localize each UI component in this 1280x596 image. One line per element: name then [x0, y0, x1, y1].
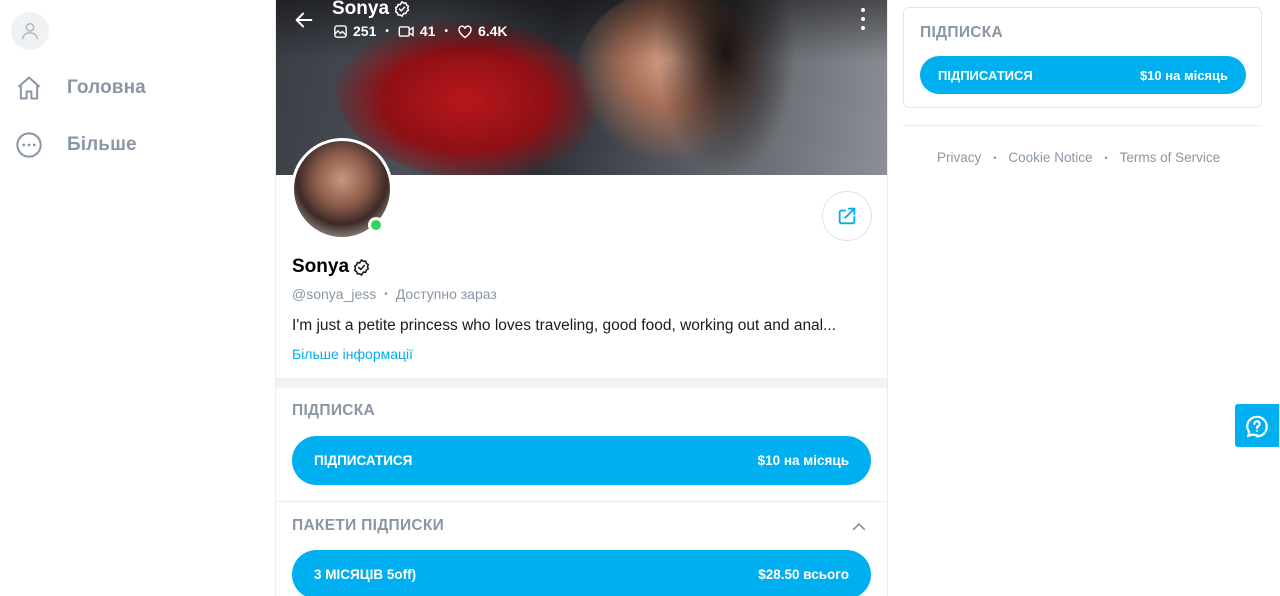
profile-bio: I'm just a petite princess who loves tra… [292, 317, 837, 334]
privacy-link[interactable]: Privacy [937, 150, 981, 165]
photos-stat: 251 [333, 23, 376, 39]
subscribe-button[interactable]: ПІДПИСАТИСЯ $10 на місяць [292, 436, 871, 485]
back-button[interactable] [292, 8, 316, 32]
help-icon [1246, 415, 1268, 437]
footer-separator: • [993, 152, 997, 163]
sidebar-item-label: Більше [67, 134, 137, 155]
arrow-left-icon [295, 12, 313, 28]
sidebar-item-home[interactable]: Головна [14, 72, 146, 104]
subscription-section-title: ПІДПИСКА [292, 402, 376, 419]
subscribe-price: $10 на місяць [757, 453, 849, 468]
subscription-card-title: ПІДПИСКА [920, 24, 1004, 41]
collapse-bundles-button[interactable] [849, 517, 869, 537]
profile-username: @sonya_jess [292, 286, 377, 302]
bundle-price: $28.50 всього [758, 567, 849, 582]
video-icon [398, 25, 414, 37]
terms-of-service-link[interactable]: Terms of Service [1120, 150, 1221, 165]
heart-icon [458, 24, 472, 38]
share-button[interactable] [822, 191, 872, 241]
bundle-button[interactable]: 3 МІСЯЦІВ 5off) $28.50 всього [292, 550, 871, 596]
section-divider [276, 378, 887, 388]
stat-separator: • [444, 25, 448, 37]
kebab-dot [861, 17, 865, 21]
page: Головна Більше Sonya 251 • 41 • 6.4K Son… [0, 0, 1280, 596]
likes-count: 6.4K [477, 23, 508, 39]
likes-stat: 6.4K [457, 23, 508, 39]
footer-links: Privacy • Cookie Notice • Terms of Servi… [937, 150, 1220, 165]
cover-header: Sonya 251 • 41 • 6.4K [276, 0, 887, 48]
more-circle-icon [14, 130, 44, 160]
header-name-text: Sonya [332, 0, 390, 19]
footer-separator: • [1104, 152, 1108, 163]
kebab-dot [861, 8, 865, 12]
profile-name: Sonya [292, 256, 371, 278]
profile-subline: @sonya_jess • Доступно зараз [292, 286, 497, 302]
bundle-label: 3 МІСЯЦІВ 5off) [314, 567, 417, 582]
header-profile-name: Sonya [332, 0, 411, 20]
subscribe-button-label: ПІДПИСАТИСЯ [314, 453, 413, 468]
image-icon [334, 24, 347, 38]
verified-icon [393, 0, 411, 18]
subscribe-button-label: ПІДПИСАТИСЯ [938, 67, 1033, 83]
user-icon [21, 22, 39, 40]
cookie-notice-link[interactable]: Cookie Notice [1008, 150, 1092, 165]
home-icon [14, 73, 44, 103]
right-divider [903, 125, 1262, 126]
section-divider-line [276, 501, 887, 502]
profile-name-text: Sonya [292, 256, 350, 277]
stat-separator: • [385, 25, 389, 37]
videos-stat: 41 [398, 23, 436, 39]
share-icon [838, 207, 856, 225]
help-button[interactable] [1235, 404, 1279, 447]
user-avatar[interactable] [11, 12, 49, 50]
verified-icon [352, 258, 371, 277]
subline-separator: • [384, 288, 388, 300]
sidebar-item-label: Головна [67, 77, 146, 98]
online-status-indicator [368, 217, 384, 233]
profile-stats: 251 • 41 • 6.4K [333, 23, 508, 39]
videos-count: 41 [419, 23, 436, 39]
subscribe-button[interactable]: ПІДПИСАТИСЯ $10 на місяць [920, 56, 1246, 94]
availability-status: Доступно зараз [395, 286, 497, 302]
sidebar-item-more[interactable]: Більше [14, 129, 137, 161]
chevron-up-icon [852, 523, 866, 531]
profile-column: Sonya 251 • 41 • 6.4K Sonya @sonya_jess … [275, 0, 888, 596]
subscribe-price: $10 на місяць [1139, 67, 1228, 83]
subscription-card: ПІДПИСКА ПІДПИСАТИСЯ $10 на місяць [903, 7, 1262, 108]
left-sidebar: Головна Більше [0, 0, 275, 596]
kebab-dot [861, 26, 865, 30]
more-options-button[interactable] [858, 8, 868, 30]
photos-count: 251 [353, 23, 377, 39]
bundles-section-title: ПАКЕТИ ПІДПИСКИ [292, 517, 445, 534]
more-info-link[interactable]: Більше інформації [292, 346, 413, 362]
